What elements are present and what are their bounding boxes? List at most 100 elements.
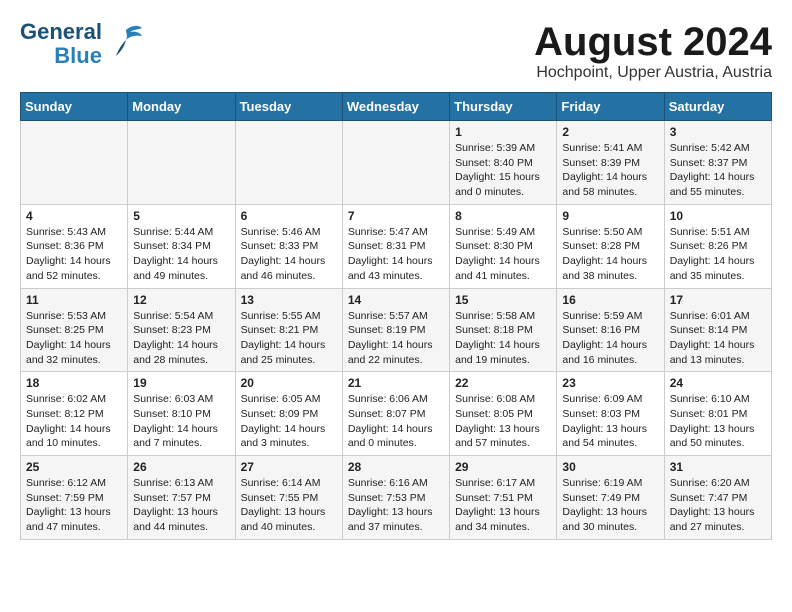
calendar-header: SundayMondayTuesdayWednesdayThursdayFrid…	[21, 93, 772, 121]
calendar-week-1: 1Sunrise: 5:39 AMSunset: 8:40 PMDaylight…	[21, 121, 772, 205]
day-number: 3	[670, 125, 766, 139]
weekday-header-tuesday: Tuesday	[235, 93, 342, 121]
day-info: Sunrise: 5:49 AMSunset: 8:30 PMDaylight:…	[455, 225, 551, 284]
day-number: 6	[241, 209, 337, 223]
day-info: Sunrise: 6:20 AMSunset: 7:47 PMDaylight:…	[670, 476, 766, 535]
day-info: Sunrise: 5:42 AMSunset: 8:37 PMDaylight:…	[670, 141, 766, 200]
day-info: Sunrise: 6:02 AMSunset: 8:12 PMDaylight:…	[26, 392, 122, 451]
calendar-cell	[128, 121, 235, 205]
logo-blue: Blue	[54, 44, 102, 68]
day-number: 28	[348, 460, 444, 474]
day-info: Sunrise: 5:46 AMSunset: 8:33 PMDaylight:…	[241, 225, 337, 284]
day-number: 19	[133, 376, 229, 390]
day-info: Sunrise: 5:53 AMSunset: 8:25 PMDaylight:…	[26, 309, 122, 368]
calendar-week-2: 4Sunrise: 5:43 AMSunset: 8:36 PMDaylight…	[21, 204, 772, 288]
calendar-cell: 26 Sunrise: 6:13 AMSunset: 7:57 PMDayligh…	[128, 456, 235, 540]
day-number: 15	[455, 293, 551, 307]
calendar-week-3: 11Sunrise: 5:53 AMSunset: 8:25 PMDayligh…	[21, 288, 772, 372]
day-info: Sunrise: 6:09 AMSunset: 8:03 PMDaylight:…	[562, 392, 658, 451]
calendar-cell: 1Sunrise: 5:39 AMSunset: 8:40 PMDaylight…	[450, 121, 557, 205]
day-info: Sunrise: 5:55 AMSunset: 8:21 PMDaylight:…	[241, 309, 337, 368]
weekday-header-thursday: Thursday	[450, 93, 557, 121]
calendar-cell: 11Sunrise: 5:53 AMSunset: 8:25 PMDayligh…	[21, 288, 128, 372]
day-number: 16	[562, 293, 658, 307]
weekday-header-wednesday: Wednesday	[342, 93, 449, 121]
day-number: 13	[241, 293, 337, 307]
calendar-cell: 25 Sunrise: 6:12 AMSunset: 7:59 PMDayligh…	[21, 456, 128, 540]
day-info: Sunrise: 5:43 AMSunset: 8:36 PMDaylight:…	[26, 225, 122, 284]
day-info: Sunrise: 5:51 AMSunset: 8:26 PMDaylight:…	[670, 225, 766, 284]
day-number: 21	[348, 376, 444, 390]
day-number: 1	[455, 125, 551, 139]
weekday-header-sunday: Sunday	[21, 93, 128, 121]
weekday-header-saturday: Saturday	[664, 93, 771, 121]
day-info: Sunrise: 5:58 AMSunset: 8:18 PMDaylight:…	[455, 309, 551, 368]
day-number: 5	[133, 209, 229, 223]
title-block: August 2024 Hochpoint, Upper Austria, Au…	[534, 20, 772, 82]
day-info: Sunrise: 6:16 AMSunset: 7:53 PMDaylight:…	[348, 476, 444, 535]
month-title: August 2024	[534, 20, 772, 64]
calendar-cell: 15 Sunrise: 5:58 AMSunset: 8:18 PMDayligh…	[450, 288, 557, 372]
day-number: 31	[670, 460, 766, 474]
day-number: 2	[562, 125, 658, 139]
day-info: Sunrise: 6:14 AMSunset: 7:55 PMDaylight:…	[241, 476, 337, 535]
calendar-cell: 23 Sunrise: 6:09 AMSunset: 8:03 PMDayligh…	[557, 372, 664, 456]
calendar-cell: 5Sunrise: 5:44 AMSunset: 8:34 PMDaylight…	[128, 204, 235, 288]
calendar-cell: 2 Sunrise: 5:41 AMSunset: 8:39 PMDaylight…	[557, 121, 664, 205]
day-info: Sunrise: 6:19 AMSunset: 7:49 PMDaylight:…	[562, 476, 658, 535]
day-info: Sunrise: 6:10 AMSunset: 8:01 PMDaylight:…	[670, 392, 766, 451]
calendar-cell	[235, 121, 342, 205]
day-info: Sunrise: 5:59 AMSunset: 8:16 PMDaylight:…	[562, 309, 658, 368]
calendar-week-5: 25 Sunrise: 6:12 AMSunset: 7:59 PMDayligh…	[21, 456, 772, 540]
day-number: 27	[241, 460, 337, 474]
calendar-cell: 17 Sunrise: 6:01 AMSunset: 8:14 PMDayligh…	[664, 288, 771, 372]
day-number: 23	[562, 376, 658, 390]
day-number: 25	[26, 460, 122, 474]
day-info: Sunrise: 6:12 AMSunset: 7:59 PMDaylight:…	[26, 476, 122, 535]
location-title: Hochpoint, Upper Austria, Austria	[534, 64, 772, 82]
day-info: Sunrise: 5:41 AMSunset: 8:39 PMDaylight:…	[562, 141, 658, 200]
weekday-header-monday: Monday	[128, 93, 235, 121]
weekday-header-friday: Friday	[557, 93, 664, 121]
calendar-cell: 28 Sunrise: 6:16 AMSunset: 7:53 PMDayligh…	[342, 456, 449, 540]
page-header: General Blue August 2024 Hochpoint, Uppe…	[20, 20, 772, 82]
day-number: 26	[133, 460, 229, 474]
day-info: Sunrise: 5:50 AMSunset: 8:28 PMDaylight:…	[562, 225, 658, 284]
calendar-cell: 19Sunrise: 6:03 AMSunset: 8:10 PMDayligh…	[128, 372, 235, 456]
day-number: 9	[562, 209, 658, 223]
calendar-week-4: 18Sunrise: 6:02 AMSunset: 8:12 PMDayligh…	[21, 372, 772, 456]
day-number: 20	[241, 376, 337, 390]
calendar-cell: 7Sunrise: 5:47 AMSunset: 8:31 PMDaylight…	[342, 204, 449, 288]
calendar-body: 1Sunrise: 5:39 AMSunset: 8:40 PMDaylight…	[21, 121, 772, 540]
day-number: 12	[133, 293, 229, 307]
day-info: Sunrise: 6:08 AMSunset: 8:05 PMDaylight:…	[455, 392, 551, 451]
day-info: Sunrise: 6:01 AMSunset: 8:14 PMDaylight:…	[670, 309, 766, 368]
calendar-cell: 10Sunrise: 5:51 AMSunset: 8:26 PMDayligh…	[664, 204, 771, 288]
day-number: 24	[670, 376, 766, 390]
calendar-cell: 31 Sunrise: 6:20 AMSunset: 7:47 PMDayligh…	[664, 456, 771, 540]
calendar-cell: 27 Sunrise: 6:14 AMSunset: 7:55 PMDayligh…	[235, 456, 342, 540]
day-info: Sunrise: 6:06 AMSunset: 8:07 PMDaylight:…	[348, 392, 444, 451]
calendar-cell: 4Sunrise: 5:43 AMSunset: 8:36 PMDaylight…	[21, 204, 128, 288]
day-number: 30	[562, 460, 658, 474]
weekday-header-row: SundayMondayTuesdayWednesdayThursdayFrid…	[21, 93, 772, 121]
day-info: Sunrise: 6:13 AMSunset: 7:57 PMDaylight:…	[133, 476, 229, 535]
calendar-cell: 12Sunrise: 5:54 AMSunset: 8:23 PMDayligh…	[128, 288, 235, 372]
calendar-cell: 18Sunrise: 6:02 AMSunset: 8:12 PMDayligh…	[21, 372, 128, 456]
logo-bird-icon	[108, 22, 144, 63]
day-number: 22	[455, 376, 551, 390]
calendar-cell: 9 Sunrise: 5:50 AMSunset: 8:28 PMDaylight…	[557, 204, 664, 288]
day-number: 29	[455, 460, 551, 474]
calendar-table: SundayMondayTuesdayWednesdayThursdayFrid…	[20, 92, 772, 540]
logo-general: General	[20, 20, 102, 44]
calendar-cell: 13 Sunrise: 5:55 AMSunset: 8:21 PMDayligh…	[235, 288, 342, 372]
calendar-cell: 29Sunrise: 6:17 AMSunset: 7:51 PMDayligh…	[450, 456, 557, 540]
calendar-cell: 30 Sunrise: 6:19 AMSunset: 7:49 PMDayligh…	[557, 456, 664, 540]
calendar-cell: 8Sunrise: 5:49 AMSunset: 8:30 PMDaylight…	[450, 204, 557, 288]
calendar-cell	[342, 121, 449, 205]
logo: General Blue	[20, 20, 144, 68]
day-number: 17	[670, 293, 766, 307]
calendar-cell: 22 Sunrise: 6:08 AMSunset: 8:05 PMDayligh…	[450, 372, 557, 456]
day-info: Sunrise: 6:05 AMSunset: 8:09 PMDaylight:…	[241, 392, 337, 451]
calendar-cell: 24 Sunrise: 6:10 AMSunset: 8:01 PMDayligh…	[664, 372, 771, 456]
